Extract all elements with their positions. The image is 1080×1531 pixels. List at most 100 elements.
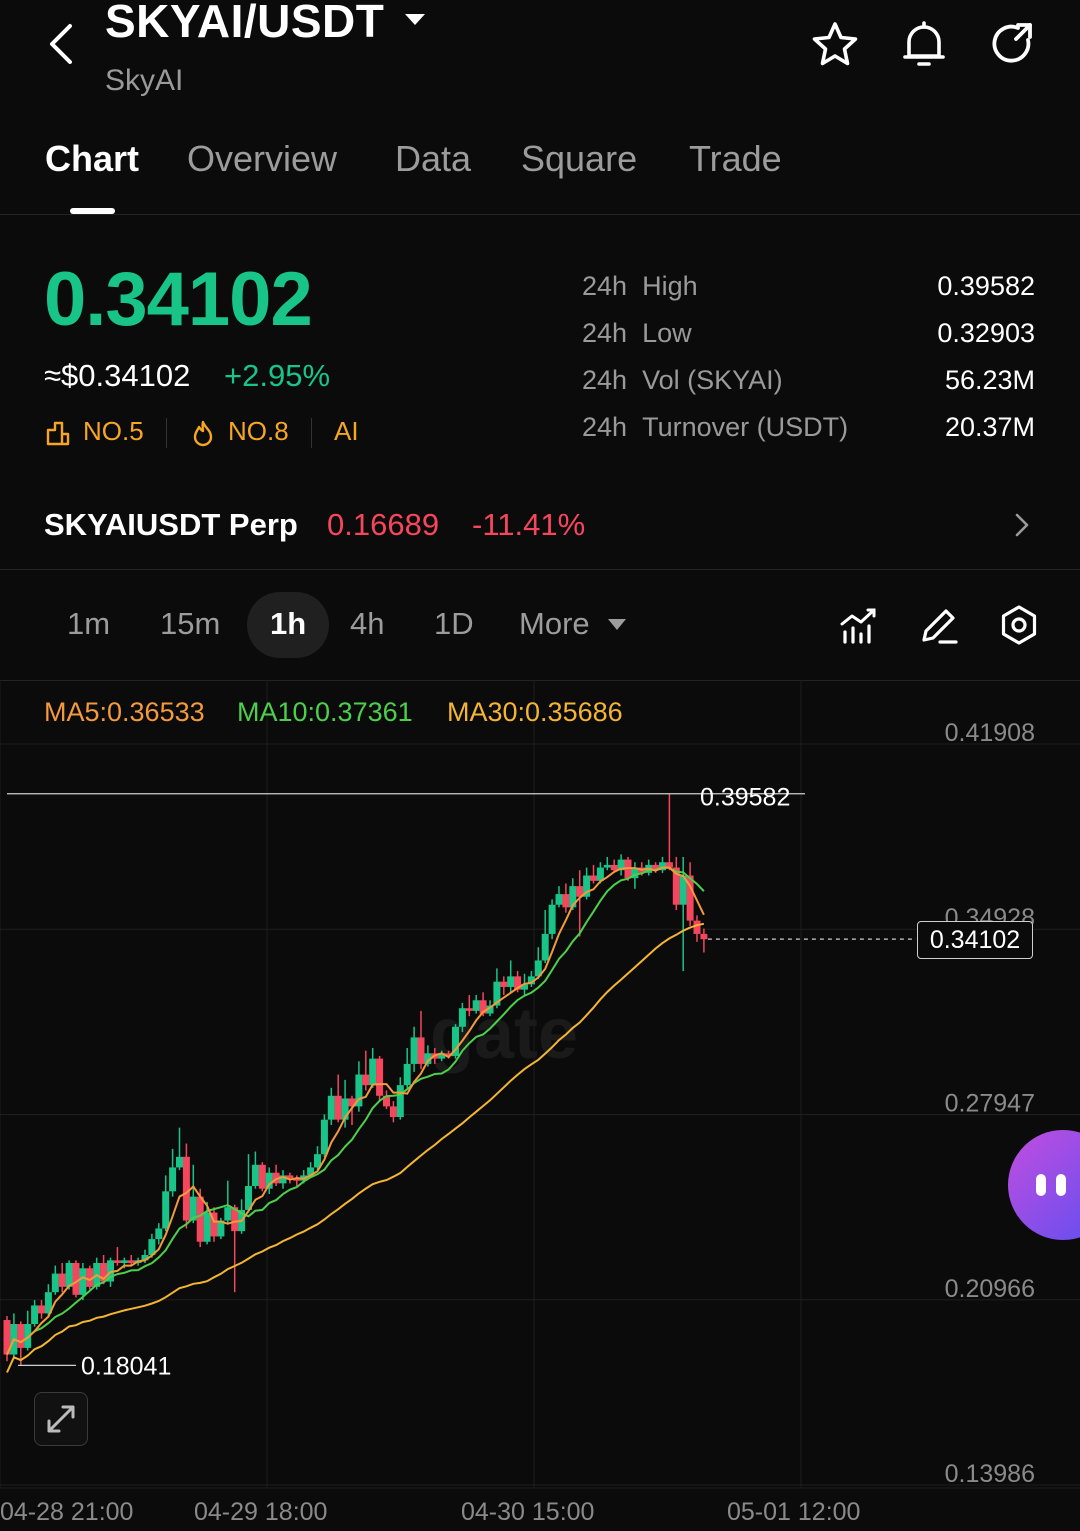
stat-vol-value: 56.23M bbox=[944, 365, 1035, 395]
candle-body bbox=[362, 1074, 370, 1086]
stat-turnover-label: 24h Turnover (USDT) bbox=[582, 412, 849, 442]
y-axis-label: 0.13986 bbox=[945, 1460, 1035, 1488]
candle-body bbox=[320, 1119, 328, 1155]
x-axis-label: 04-29 18:00 bbox=[194, 1498, 327, 1526]
badge-separator bbox=[311, 418, 312, 448]
expand-icon bbox=[47, 1405, 75, 1433]
high-marker-label: 0.39582 bbox=[700, 784, 790, 812]
interval-1h[interactable]: 1h bbox=[270, 606, 306, 642]
candle-body bbox=[58, 1273, 66, 1287]
interval-1d[interactable]: 1D bbox=[434, 606, 474, 642]
tab-overview[interactable]: Overview bbox=[187, 138, 337, 180]
divider bbox=[0, 569, 1080, 570]
settings-icon[interactable] bbox=[996, 602, 1042, 648]
interval-more[interactable]: More bbox=[519, 606, 590, 642]
candle-body bbox=[162, 1191, 170, 1229]
interval-15m[interactable]: 15m bbox=[160, 606, 220, 642]
tab-data[interactable]: Data bbox=[395, 138, 471, 180]
candle-body bbox=[500, 981, 508, 987]
y-axis-label: 0.27947 bbox=[945, 1090, 1035, 1118]
back-arrow-icon[interactable] bbox=[44, 22, 84, 66]
x-axis-label: 05-01 12:00 bbox=[727, 1498, 860, 1526]
divider bbox=[0, 214, 1080, 215]
badge-separator bbox=[166, 418, 167, 448]
ma30-label: MA30:0.35686 bbox=[447, 697, 623, 727]
perp-price: 0.16689 bbox=[327, 507, 440, 542]
candle-body bbox=[51, 1273, 59, 1293]
candle-body bbox=[196, 1196, 204, 1242]
more-dropdown-icon[interactable] bbox=[608, 619, 626, 630]
candle-body bbox=[541, 933, 549, 961]
candle-body bbox=[403, 1063, 411, 1086]
tab-square[interactable]: Square bbox=[521, 138, 637, 180]
candle-body bbox=[327, 1095, 335, 1120]
candle-body bbox=[258, 1164, 266, 1189]
y-axis-label: 0.20966 bbox=[945, 1275, 1035, 1303]
fullscreen-button[interactable] bbox=[34, 1392, 88, 1446]
candle-body bbox=[155, 1228, 163, 1240]
candle-body bbox=[334, 1095, 342, 1120]
current-price-label: 0.34102 bbox=[917, 921, 1033, 960]
candle-body bbox=[169, 1167, 177, 1192]
sector-badge[interactable]: AI bbox=[334, 416, 359, 447]
tab-trade[interactable]: Trade bbox=[689, 138, 782, 180]
candle-body bbox=[603, 864, 611, 868]
candle-body bbox=[555, 894, 563, 905]
candle-body bbox=[251, 1164, 259, 1187]
y-axis-label: 0.41908 bbox=[945, 719, 1035, 747]
usd-price: ≈$0.34102 bbox=[44, 358, 191, 393]
stat-high-value: 0.39582 bbox=[937, 271, 1035, 301]
candle-body bbox=[38, 1305, 45, 1314]
candle-body bbox=[458, 1008, 466, 1027]
perp-name[interactable]: SKYAIUSDT Perp bbox=[44, 507, 298, 543]
candle-body bbox=[610, 864, 618, 871]
indicator-icon[interactable] bbox=[836, 602, 882, 648]
stat-turnover-value: 20.37M bbox=[944, 412, 1035, 442]
tab-bar: Chart Overview Data Square Trade bbox=[0, 138, 1080, 214]
candle-body bbox=[120, 1260, 128, 1263]
low-marker-label: 0.18041 bbox=[81, 1352, 171, 1380]
ma5-label: MA5:0.36533 bbox=[44, 697, 205, 727]
candle-body bbox=[507, 976, 515, 987]
rank-badge[interactable]: NO.5 bbox=[83, 416, 144, 447]
perp-change: -11.41% bbox=[472, 507, 586, 542]
interval-4h[interactable]: 4h bbox=[350, 606, 384, 642]
token-name: SkyAI bbox=[105, 64, 184, 97]
stat-high-label: 24h High bbox=[582, 271, 698, 301]
draw-pen-icon[interactable] bbox=[916, 602, 962, 648]
pair-title[interactable]: SKYAI/USDT bbox=[105, 0, 384, 48]
candle-body bbox=[224, 1207, 232, 1221]
chevron-right-icon[interactable] bbox=[1010, 510, 1034, 540]
pair-dropdown-icon[interactable] bbox=[405, 14, 425, 25]
candle-body bbox=[376, 1058, 384, 1096]
star-icon[interactable] bbox=[810, 20, 860, 70]
rank-icon bbox=[46, 421, 70, 446]
candle-body bbox=[203, 1212, 211, 1242]
candle-body bbox=[127, 1260, 135, 1263]
candle-body bbox=[465, 1008, 473, 1011]
candle-body bbox=[700, 933, 708, 940]
candle-body bbox=[17, 1324, 25, 1348]
candle-body bbox=[396, 1085, 404, 1118]
candle-body bbox=[693, 920, 701, 934]
stat-vol-label: 24h Vol (SKYAI) bbox=[582, 365, 783, 395]
interval-1m[interactable]: 1m bbox=[67, 606, 110, 642]
x-axis-label: 04-28 21:00 bbox=[0, 1498, 133, 1526]
candle-body bbox=[472, 1000, 480, 1011]
candle-body bbox=[369, 1058, 377, 1086]
last-price: 0.34102 bbox=[44, 257, 313, 342]
tab-chart[interactable]: Chart bbox=[45, 138, 139, 180]
hot-badge[interactable]: NO.8 bbox=[228, 416, 289, 447]
bell-icon[interactable] bbox=[899, 20, 949, 70]
refresh-icon[interactable] bbox=[988, 20, 1038, 70]
flame-icon bbox=[193, 420, 213, 447]
candle-body bbox=[113, 1260, 121, 1263]
assistant-eye bbox=[1036, 1174, 1046, 1196]
x-axis-label: 04-30 15:00 bbox=[461, 1498, 594, 1526]
candle-body bbox=[590, 875, 597, 881]
stat-low-value: 0.32903 bbox=[937, 318, 1035, 348]
ma30-line bbox=[6, 922, 705, 1373]
candle-body bbox=[31, 1305, 39, 1325]
candlestick-chart[interactable]: gate0.419080.349280.279470.209660.139860… bbox=[0, 680, 1080, 1531]
ma10-label: MA10:0.37361 bbox=[237, 697, 413, 727]
